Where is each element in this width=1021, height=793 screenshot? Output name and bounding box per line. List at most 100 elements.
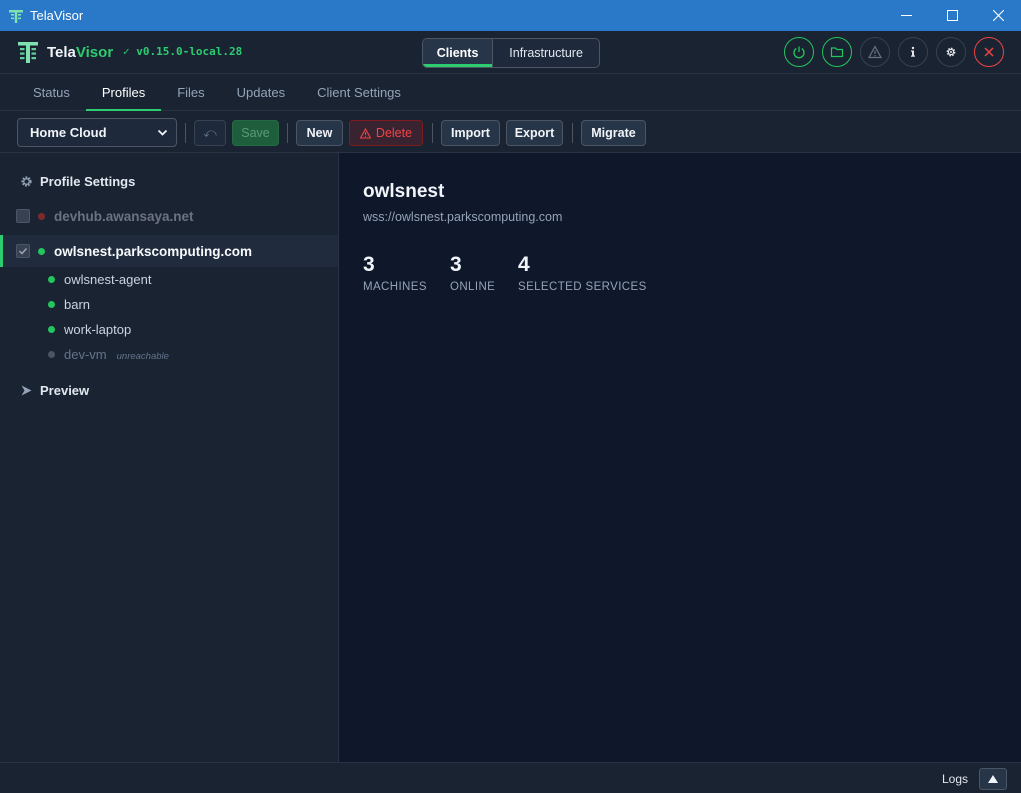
tab-status[interactable]: Status	[17, 74, 86, 110]
status-dot	[38, 212, 45, 220]
stat-online: 3 ONLINE	[450, 253, 495, 293]
machine-item[interactable]: owlsnest-agent	[0, 267, 338, 292]
machine-name: dev-vm unreachable	[64, 347, 169, 362]
telavisor-logo-icon	[18, 42, 38, 63]
stat-selected-services: 4 SELECTED SERVICES	[518, 253, 647, 293]
status-dot	[48, 351, 55, 358]
mode-clients-button[interactable]: Clients	[423, 39, 494, 67]
gear-icon	[21, 176, 32, 187]
hub-row-devhub[interactable]: devhub.awansaya.net	[0, 200, 338, 232]
brand: TelaVisor	[17, 40, 113, 64]
tab-profiles[interactable]: Profiles	[85, 74, 162, 111]
tab-client-settings[interactable]: Client Settings	[301, 74, 417, 110]
window-titlebar[interactable]: TelaVisor	[0, 0, 1021, 31]
warnings-button[interactable]	[860, 37, 890, 67]
stat-label: MACHINES	[363, 281, 427, 293]
connect-button[interactable]	[784, 37, 814, 67]
hub-checkbox[interactable]	[16, 209, 30, 223]
profile-select[interactable]: Home Cloud	[17, 118, 177, 147]
hub-checkbox[interactable]	[16, 244, 30, 258]
stat-value: 3	[450, 253, 462, 276]
stat-machines: 3 MACHINES	[363, 253, 427, 293]
window-title: TelaVisor	[30, 8, 84, 23]
machine-item[interactable]: dev-vm unreachable	[0, 342, 338, 367]
open-folder-button[interactable]	[822, 37, 852, 67]
info-icon	[911, 46, 915, 57]
profile-settings-label: Profile Settings	[40, 174, 136, 189]
toolbar-divider	[185, 123, 186, 143]
machine-item[interactable]: work-laptop	[0, 317, 338, 342]
stat-value: 3	[363, 253, 375, 276]
logs-label: Logs	[941, 772, 968, 786]
toolbar-divider	[287, 123, 288, 143]
new-profile-button[interactable]: New	[296, 120, 343, 146]
status-bar: Logs	[0, 762, 1021, 793]
machine-name-text: dev-vm	[64, 347, 107, 362]
chevron-right-icon	[21, 385, 32, 396]
profile-toolbar: Home Cloud ⤺ Save New Delete Import Expo…	[0, 111, 1021, 153]
folder-icon	[830, 47, 844, 58]
brand-name-first: Tela	[47, 43, 76, 61]
toolbar-divider	[572, 123, 573, 143]
close-icon	[992, 10, 1004, 21]
hub-detail-panel: owlsnest wss://owlsnest.parkscomputing.c…	[339, 153, 1021, 762]
maximize-icon	[946, 10, 958, 21]
hub-name: devhub.awansaya.net	[54, 208, 194, 224]
checkmark-icon	[18, 247, 28, 255]
migrate-button[interactable]: Migrate	[581, 120, 646, 146]
hub-url: wss://owlsnest.parkscomputing.com	[363, 210, 563, 224]
hub-row-owlsnest[interactable]: owlsnest.parkscomputing.com	[0, 235, 338, 267]
status-dot	[48, 301, 55, 308]
machine-name: barn	[64, 297, 91, 312]
main-tabs: Status Profiles Files Updates Client Set…	[0, 74, 1021, 111]
app-header: TelaVisor ✓ v0.15.0-local.28 Clients Inf…	[0, 31, 1021, 74]
maximize-button[interactable]	[929, 0, 975, 31]
brand-name: TelaVisor	[47, 44, 113, 61]
hub-title: owlsnest	[363, 181, 445, 202]
machine-name: owlsnest-agent	[64, 272, 152, 287]
window-close-button[interactable]	[975, 0, 1021, 31]
status-dot	[48, 326, 55, 333]
minimize-button[interactable]	[883, 0, 929, 31]
tab-updates[interactable]: Updates	[221, 74, 301, 110]
hub-name: owlsnest.parkscomputing.com	[54, 243, 253, 259]
version-label: ✓ v0.15.0-local.28	[123, 45, 243, 58]
delete-label: Delete	[375, 126, 413, 140]
toolbar-divider	[432, 123, 433, 143]
quit-button[interactable]	[974, 37, 1004, 67]
mode-switch: Clients Infrastructure	[422, 38, 600, 68]
profile-sidebar: Profile Settings devhub.awansaya.net owl…	[0, 153, 339, 762]
status-dot	[48, 276, 55, 283]
chevron-down-icon	[157, 129, 168, 136]
toggle-logs-button[interactable]	[979, 768, 1007, 790]
import-button[interactable]: Import	[441, 120, 500, 146]
settings-button[interactable]	[936, 37, 966, 67]
about-button[interactable]	[898, 37, 928, 67]
stat-label: SELECTED SERVICES	[518, 281, 647, 293]
gear-icon	[946, 47, 956, 57]
export-button[interactable]: Export	[506, 120, 563, 146]
tab-files[interactable]: Files	[161, 74, 220, 110]
power-icon	[793, 46, 805, 59]
undo-button[interactable]: ⤺	[194, 120, 226, 146]
save-button[interactable]: Save	[232, 120, 279, 146]
close-icon	[984, 47, 994, 57]
brand-name-second: Visor	[75, 43, 114, 61]
minimize-icon	[900, 15, 912, 16]
profile-settings-item[interactable]: Profile Settings	[20, 174, 135, 189]
preview-item[interactable]: Preview	[20, 383, 89, 398]
triangle-up-icon	[988, 775, 998, 783]
delete-profile-button[interactable]: Delete	[349, 120, 423, 146]
warning-icon	[868, 45, 882, 59]
mode-infrastructure-button[interactable]: Infrastructure	[493, 39, 599, 67]
machine-name: work-laptop	[64, 322, 132, 337]
profile-select-value: Home Cloud	[30, 125, 107, 140]
stat-label: ONLINE	[450, 281, 496, 293]
preview-label: Preview	[40, 383, 90, 398]
status-dot	[38, 247, 45, 255]
unreachable-note: unreachable	[116, 351, 169, 362]
app-icon	[9, 9, 23, 23]
warning-icon	[359, 127, 371, 139]
machine-item[interactable]: barn	[0, 292, 338, 317]
stat-value: 4	[518, 253, 530, 276]
